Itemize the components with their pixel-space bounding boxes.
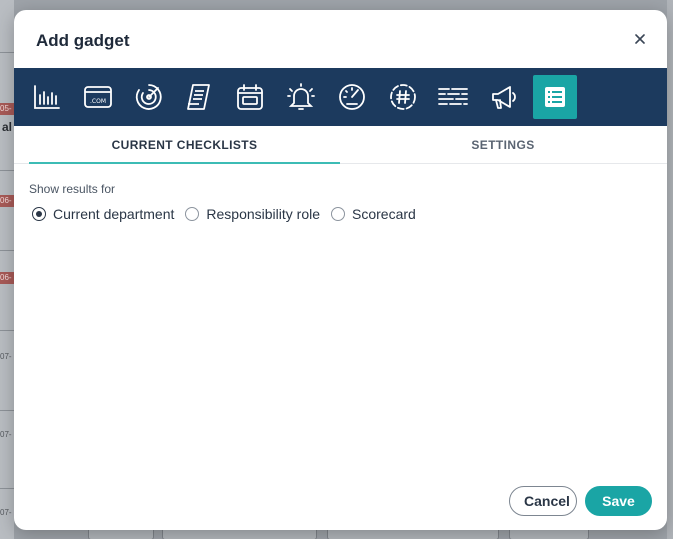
cancel-button[interactable]: Cancel xyxy=(509,486,577,516)
gadget-bar-chart[interactable] xyxy=(25,75,69,119)
background-divider xyxy=(0,488,14,489)
gadget-checklist[interactable] xyxy=(532,75,577,119)
close-icon xyxy=(635,34,645,44)
hashtag-icon xyxy=(389,84,416,110)
background-divider xyxy=(0,410,14,411)
dialog-content: Show results for Current department Resp… xyxy=(14,164,667,238)
document-icon xyxy=(187,84,211,110)
radio-button-checked[interactable] xyxy=(32,207,46,221)
web-domain-icon: .COM xyxy=(83,86,112,108)
dialog-header: Add gadget xyxy=(14,10,667,68)
add-gadget-dialog: Add gadget .COM CURRENT CHECKLISTS SETTI… xyxy=(14,10,667,530)
gadget-list[interactable] xyxy=(431,75,475,119)
background-text-fragment: al xyxy=(2,120,13,134)
bar-chart-icon xyxy=(34,85,60,109)
save-button[interactable]: Save xyxy=(585,486,652,516)
radio-scorecard[interactable]: Scorecard xyxy=(328,206,416,222)
results-scope-radio-group: Current department Responsibility role S… xyxy=(29,206,652,222)
tab-settings[interactable]: SETTINGS xyxy=(340,126,666,163)
background-divider xyxy=(0,52,14,53)
gadget-radar[interactable] xyxy=(127,75,171,119)
svg-text:.COM: .COM xyxy=(90,98,106,105)
gadget-hashtag[interactable] xyxy=(381,75,425,119)
background-divider xyxy=(0,330,14,331)
background-date-chip: 06- xyxy=(0,272,14,284)
active-tab-indicator xyxy=(29,162,340,164)
background-date: 07- xyxy=(0,352,12,361)
tab-label: CURRENT CHECKLISTS xyxy=(111,138,258,152)
radio-current-department[interactable]: Current department xyxy=(29,206,174,222)
gadget-document[interactable] xyxy=(177,75,221,119)
radio-button[interactable] xyxy=(331,207,346,221)
tab-current-checklists[interactable]: CURRENT CHECKLISTS xyxy=(29,126,340,164)
radio-button[interactable] xyxy=(185,207,200,221)
gadget-type-toolbar: .COM xyxy=(14,68,667,126)
dialog-footer: Cancel Save xyxy=(509,486,652,516)
background-right-strip xyxy=(667,0,673,539)
alarm-bell-icon xyxy=(287,83,315,110)
gadget-gauge[interactable] xyxy=(330,75,374,119)
checklist-icon xyxy=(544,87,565,107)
calendar-icon xyxy=(237,84,264,110)
background-left-strip xyxy=(0,0,14,539)
radio-label: Scorecard xyxy=(352,206,416,222)
dialog-tabs: CURRENT CHECKLISTS SETTINGS xyxy=(14,126,667,164)
gadget-alarm[interactable] xyxy=(279,75,323,119)
list-lines-icon xyxy=(438,88,469,105)
gadget-announcement[interactable] xyxy=(482,75,526,119)
background-date-chip: 06- xyxy=(0,195,14,207)
background-date-chip: 05- xyxy=(0,103,14,115)
show-results-label: Show results for xyxy=(29,182,116,196)
tab-label: SETTINGS xyxy=(471,138,535,152)
radio-label: Responsibility role xyxy=(206,206,321,222)
background-date: 07- xyxy=(0,430,12,439)
gadget-web[interactable]: .COM xyxy=(76,75,120,119)
dialog-title: Add gadget xyxy=(36,31,130,50)
gauge-icon xyxy=(338,84,365,110)
background-date: 07- xyxy=(0,508,12,517)
radar-icon xyxy=(135,84,162,110)
radio-responsibility-role[interactable]: Responsibility role xyxy=(182,206,320,222)
close-button[interactable] xyxy=(633,32,647,46)
gadget-calendar[interactable] xyxy=(228,75,272,119)
background-divider xyxy=(0,170,14,171)
background-divider xyxy=(0,250,14,251)
radio-label: Current department xyxy=(53,206,175,222)
megaphone-icon xyxy=(492,86,516,109)
